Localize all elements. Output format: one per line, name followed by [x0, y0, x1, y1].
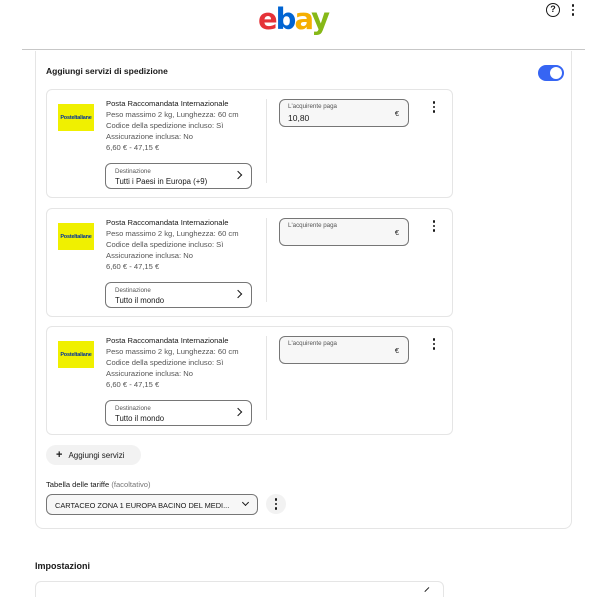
chevron-right-icon	[233, 289, 243, 299]
tariff-table-select[interactable]: CARTACEO ZONA 1 EUROPA BACINO DEL MEDI..…	[46, 494, 258, 515]
currency-symbol: €	[394, 109, 399, 118]
service-tracking: Codice della spedizione incluso: Sì	[106, 357, 224, 367]
buyer-pays-label: L'acquirente paga	[288, 103, 338, 110]
logo-letter-b: b	[275, 2, 297, 36]
destination-value: Tutti i Paesi in Europa (+9)	[115, 177, 208, 186]
card-divider	[266, 218, 267, 302]
destination-selector[interactable]: Destinazione Tutto il mondo	[105, 400, 252, 426]
destination-label: Destinazione	[115, 405, 151, 412]
buyer-pays-value: 10,80	[288, 113, 310, 123]
card-divider	[266, 99, 267, 183]
help-icon[interactable]: ?	[546, 3, 560, 17]
service-name: Posta Raccomandata Internazionale	[106, 99, 229, 108]
toggle-knob	[550, 67, 562, 79]
service-tracking: Codice della spedizione incluso: Sì	[106, 120, 224, 130]
poste-italiane-logo: PosteItaliane	[58, 223, 94, 250]
service-insurance: Assicurazione inclusa: No	[106, 250, 193, 260]
tariff-table-optional: (facoltativo)	[111, 480, 151, 489]
logo-letter-e: e	[258, 2, 278, 36]
currency-symbol: €	[394, 228, 399, 237]
buyer-pays-label: L'acquirente paga	[288, 222, 338, 229]
currency-symbol: €	[394, 346, 399, 355]
service-tracking: Codice della spedizione incluso: Sì	[106, 239, 224, 249]
tariff-table-label: Tabella delle tariffe (facoltativo)	[46, 480, 151, 489]
chevron-right-icon	[233, 407, 243, 417]
service-name: Posta Raccomandata Internazionale	[106, 218, 229, 227]
chevron-right-icon	[233, 170, 243, 180]
chevron-down-icon	[241, 498, 250, 507]
card-more-options-icon[interactable]	[427, 219, 441, 233]
destination-selector[interactable]: Destinazione Tutti i Paesi in Europa (+9…	[105, 163, 252, 189]
shipping-services-toggle[interactable]	[538, 65, 564, 81]
tariff-table-value: CARTACEO ZONA 1 EUROPA BACINO DEL MEDI..…	[55, 501, 230, 510]
buyer-pays-field[interactable]: L'acquirente paga €	[279, 336, 409, 364]
tariff-table-label-text: Tabella delle tariffe	[46, 480, 110, 489]
service-weight-dims: Peso massimo 2 kg, Lunghezza: 60 cm	[106, 109, 239, 119]
shipping-services-panel: Aggiungi servizi di spedizione PosteItal…	[35, 51, 572, 529]
section-title: Aggiungi servizi di spedizione	[46, 66, 168, 76]
destination-selector[interactable]: Destinazione Tutto il mondo	[105, 282, 252, 308]
add-services-button[interactable]: + Aggiungi servizi	[46, 445, 141, 465]
service-name: Posta Raccomandata Internazionale	[106, 336, 229, 345]
shipping-service-card: PosteItaliane Posta Raccomandata Interna…	[46, 326, 453, 435]
top-bar: ebay ?	[0, 0, 601, 46]
settings-title: Impostazioni	[35, 561, 91, 571]
settings-card	[35, 581, 444, 597]
service-details: Posta Raccomandata Internazionale Peso m…	[106, 218, 256, 273]
card-more-options-icon[interactable]	[427, 337, 441, 351]
service-weight-dims: Peso massimo 2 kg, Lunghezza: 60 cm	[106, 346, 239, 356]
card-more-options-icon[interactable]	[427, 100, 441, 114]
shipping-service-card: PosteItaliane Posta Raccomandata Interna…	[46, 89, 453, 198]
service-insurance: Assicurazione inclusa: No	[106, 368, 193, 378]
buyer-pays-field[interactable]: L'acquirente paga €	[279, 218, 409, 246]
buyer-pays-label: L'acquirente paga	[288, 340, 338, 347]
destination-value: Tutto il mondo	[115, 414, 165, 423]
poste-italiane-logo: PosteItaliane	[58, 104, 94, 131]
service-price-range: 6,60 € - 47,15 €	[106, 261, 160, 271]
service-weight-dims: Peso massimo 2 kg, Lunghezza: 60 cm	[106, 228, 239, 238]
header-divider	[22, 49, 585, 50]
service-price-range: 6,60 € - 47,15 €	[106, 379, 160, 389]
plus-icon: +	[56, 449, 63, 461]
buyer-pays-field[interactable]: L'acquirente paga 10,80 €	[279, 99, 409, 127]
destination-label: Destinazione	[115, 287, 151, 294]
service-details: Posta Raccomandata Internazionale Peso m…	[106, 99, 256, 154]
shipping-service-card: PosteItaliane Posta Raccomandata Interna…	[46, 208, 453, 317]
service-price-range: 6,60 € - 47,15 €	[106, 142, 160, 152]
logo-letter-y: y	[311, 2, 330, 36]
tariff-more-options-icon[interactable]	[266, 494, 286, 514]
ebay-logo[interactable]: ebay	[258, 2, 330, 36]
card-divider	[266, 336, 267, 420]
destination-value: Tutto il mondo	[115, 296, 165, 305]
service-insurance: Assicurazione inclusa: No	[106, 131, 193, 141]
vertical-dots-icon[interactable]	[568, 2, 578, 18]
service-details: Posta Raccomandata Internazionale Peso m…	[106, 336, 256, 391]
destination-label: Destinazione	[115, 168, 151, 175]
add-services-label: Aggiungi servizi	[68, 450, 125, 460]
logo-letter-a: a	[294, 2, 313, 36]
poste-italiane-logo: PosteItaliane	[58, 341, 94, 368]
